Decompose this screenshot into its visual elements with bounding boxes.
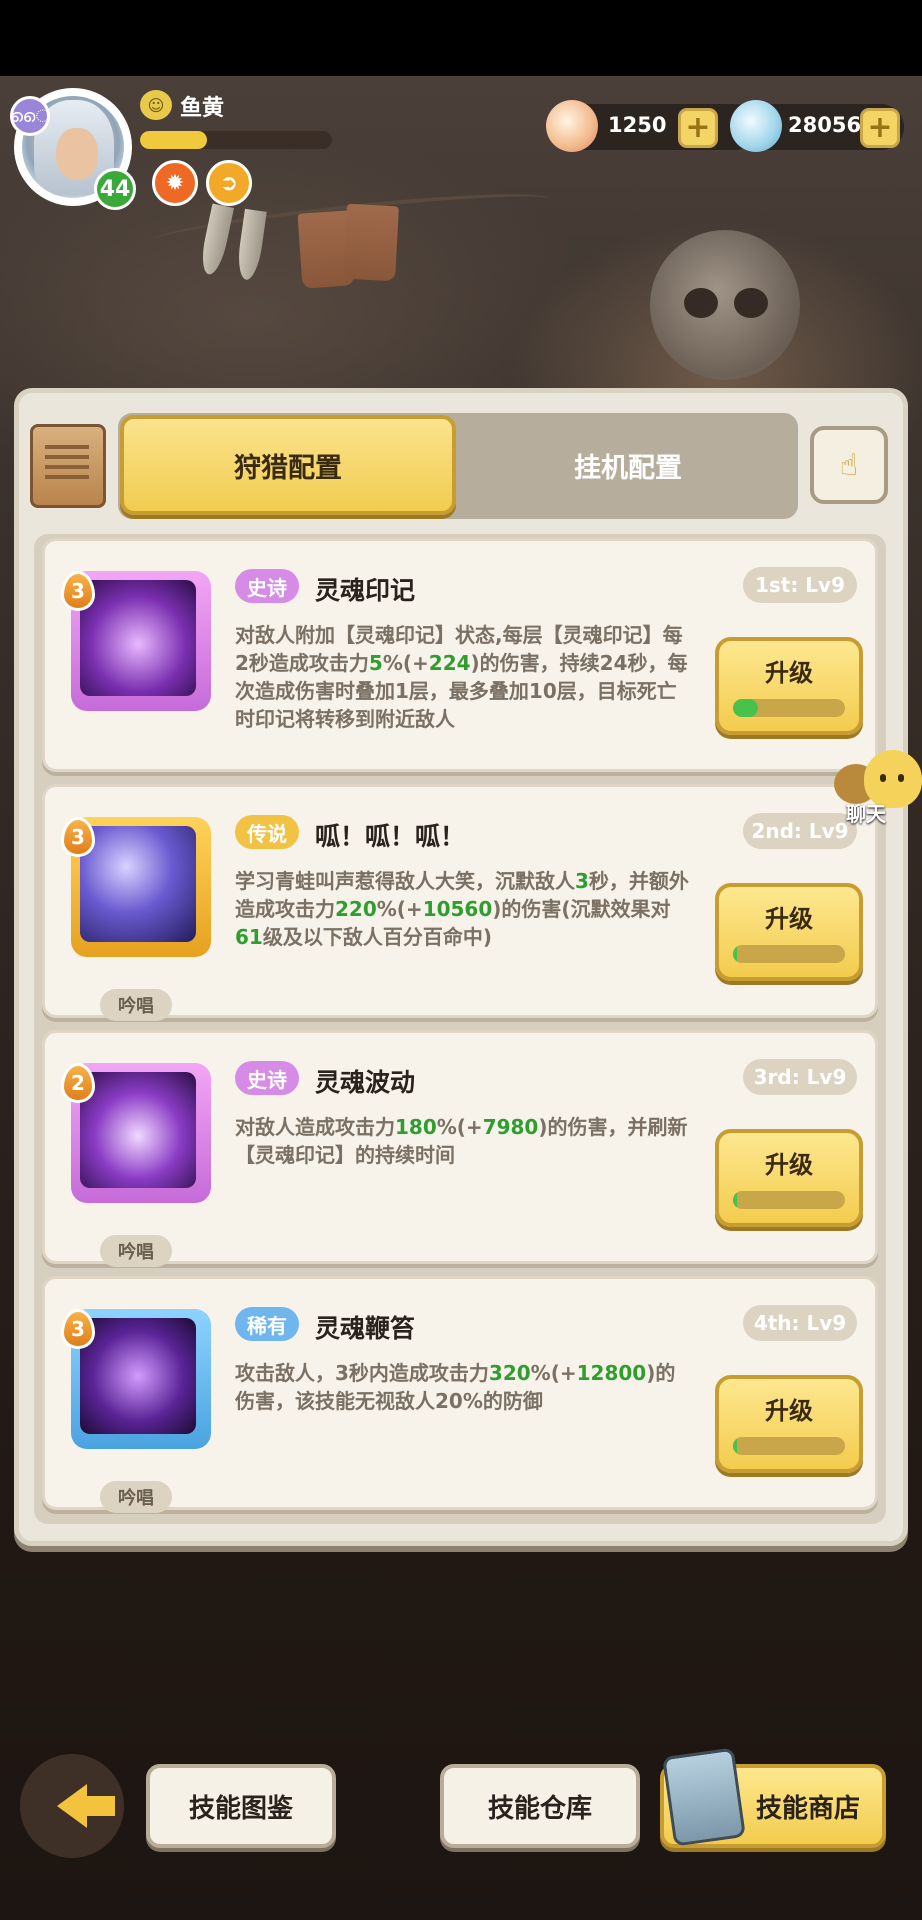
rarity-badge: 稀有 [235,1307,299,1341]
upgrade-label: 升级 [765,905,813,933]
skill-codex-button[interactable]: 技能图鉴 [146,1764,336,1848]
skill-level-tag: 3 [61,1309,95,1349]
add-pearl-button[interactable]: + [860,108,900,148]
skill-description: 对敌人附加【灵魂印记】状态,每层【灵魂印记】每2秒造成攻击力5%(+224)的伤… [235,621,695,733]
player-level-badge: 44 [94,168,136,210]
upgrade-label: 升级 [765,659,813,687]
description-text: )的伤害(沉默效果对 [492,897,671,921]
emote-face-icon: ☺ [140,90,172,120]
upgrade-progress-fill [733,1437,738,1455]
highlight-value: 61 [235,925,263,949]
skill-card[interactable]: 2 吟唱 史诗 灵魂波动 3rd: Lv9 对敌人造成攻击力180%(+7980)的伤害，… [42,1030,878,1267]
upgrade-button[interactable]: 升级 [715,883,863,981]
skill-description: 学习青蛙叫声惹得敌人大笑，沉默敌人3秒，并额外造成攻击力220%(+10560)… [235,867,695,951]
upgrade-button[interactable]: 升级 [715,637,863,735]
skill-card[interactable]: 3 吟唱 传说 呱！呱！呱！ 2nd: Lv9 学习青蛙叫声惹得敌人大笑，沉默敌人3秒，并… [42,784,878,1021]
upgrade-label: 升级 [765,1151,813,1179]
rarity-badge: 传说 [235,815,299,849]
rarity-badge: 史诗 [235,1061,299,1095]
class-swirl-icon: ൈ [10,96,50,136]
skill-level-tag: 3 [61,817,95,857]
buff-flame-icon[interactable]: ✹ [152,160,198,206]
exp-bar [140,131,332,149]
description-text: 攻击敌人，3秒内造成攻击力 [235,1361,489,1385]
description-text: %(+ [376,897,423,921]
chant-tag: 吟唱 [100,1235,172,1267]
upgrade-progress-bar [733,699,845,717]
skill-description: 攻击敌人，3秒内造成攻击力320%(+12800)的伤害，该技能无视敌人20%的… [235,1359,695,1415]
pearl-icon [730,100,782,152]
upgrade-progress-fill [733,1191,738,1209]
skill-slot-level: 1st: Lv9 [743,567,857,603]
shell-value: 1250 [608,113,667,137]
exp-bar-fill [140,131,208,149]
chat-button[interactable]: 聊天 [834,750,922,826]
skill-name: 灵魂波动 [315,1068,416,1097]
shell-icon [546,100,598,152]
skill-storage-button[interactable]: 技能仓库 [440,1764,640,1848]
skill-name: 灵魂印记 [315,576,416,605]
upgrade-progress-fill [733,945,738,963]
skill-slot-level: 4th: Lv9 [743,1305,857,1341]
status-bar [0,0,922,76]
skill-card[interactable]: 3 吟唱 稀有 灵魂鞭笞 4th: Lv9 攻击敌人，3秒内造成攻击力320%(+1280… [42,1276,878,1513]
description-text: 学习青蛙叫声惹得敌人大笑，沉默敌人 [235,869,575,893]
tab-hunting-config[interactable]: 狩猎配置 [120,415,456,515]
chat-label: 聊天 [846,802,886,826]
highlight-value: 180 [395,1115,437,1139]
upgrade-progress-bar [733,1191,845,1209]
skill-name: 呱！呱！呱！ [315,822,466,851]
highlight-value: 320 [488,1361,531,1385]
skill-name: 灵魂鞭笞 [315,1314,416,1343]
skull-decoration [650,230,800,380]
chant-tag: 吟唱 [100,1481,172,1513]
description-text: 级及以下敌人百分百命中) [262,925,492,949]
skill-description: 对敌人造成攻击力180%(+7980)的伤害，并刷新【灵魂印记】的持续时间 [235,1113,695,1169]
tab-idle-config[interactable]: 挂机配置 [460,415,796,515]
highlight-value: 7980 [482,1115,539,1139]
skill-level-tag: 2 [61,1063,95,1103]
description-text: %(+ [436,1115,483,1139]
highlight-value: 224 [428,651,471,675]
description-text: %(+ [530,1361,577,1385]
highlight-value: 5 [368,651,383,675]
shop-stall-icon [662,1747,746,1847]
highlight-value: 3 [575,869,589,893]
player-name: 鱼黄 [180,96,225,121]
scroll-icon[interactable] [30,424,106,508]
pearl-value: 28056 [788,113,862,137]
upgrade-label: 升级 [765,1397,813,1425]
upgrade-button[interactable]: 升级 [715,1375,863,1473]
highlight-value: 12800 [576,1361,647,1385]
back-button[interactable] [20,1754,124,1858]
upgrade-progress-bar [733,1437,845,1455]
skill-level-tag: 3 [61,571,95,611]
buff-speed-icon[interactable]: ➲ [206,160,252,206]
upgrade-progress-fill [733,699,758,717]
cloth-decoration [343,203,399,282]
add-shell-button[interactable]: + [678,108,718,148]
tap-hand-icon[interactable]: ☝ [810,426,888,504]
highlight-value: 220 [335,897,377,921]
upgrade-button[interactable]: 升级 [715,1129,863,1227]
description-text: 对敌人造成攻击力 [235,1115,395,1139]
upgrade-progress-bar [733,945,845,963]
description-text: %(+ [382,651,429,675]
back-arrow-icon [57,1784,115,1828]
rarity-badge: 史诗 [235,569,299,603]
skill-slot-level: 3rd: Lv9 [743,1059,857,1095]
skill-card[interactable]: 3 史诗 灵魂印记 1st: Lv9 对敌人附加【灵魂印记】状态,每层【灵魂印记】每2秒… [42,538,878,772]
highlight-value: 10560 [422,897,493,921]
chant-tag: 吟唱 [100,989,172,1021]
